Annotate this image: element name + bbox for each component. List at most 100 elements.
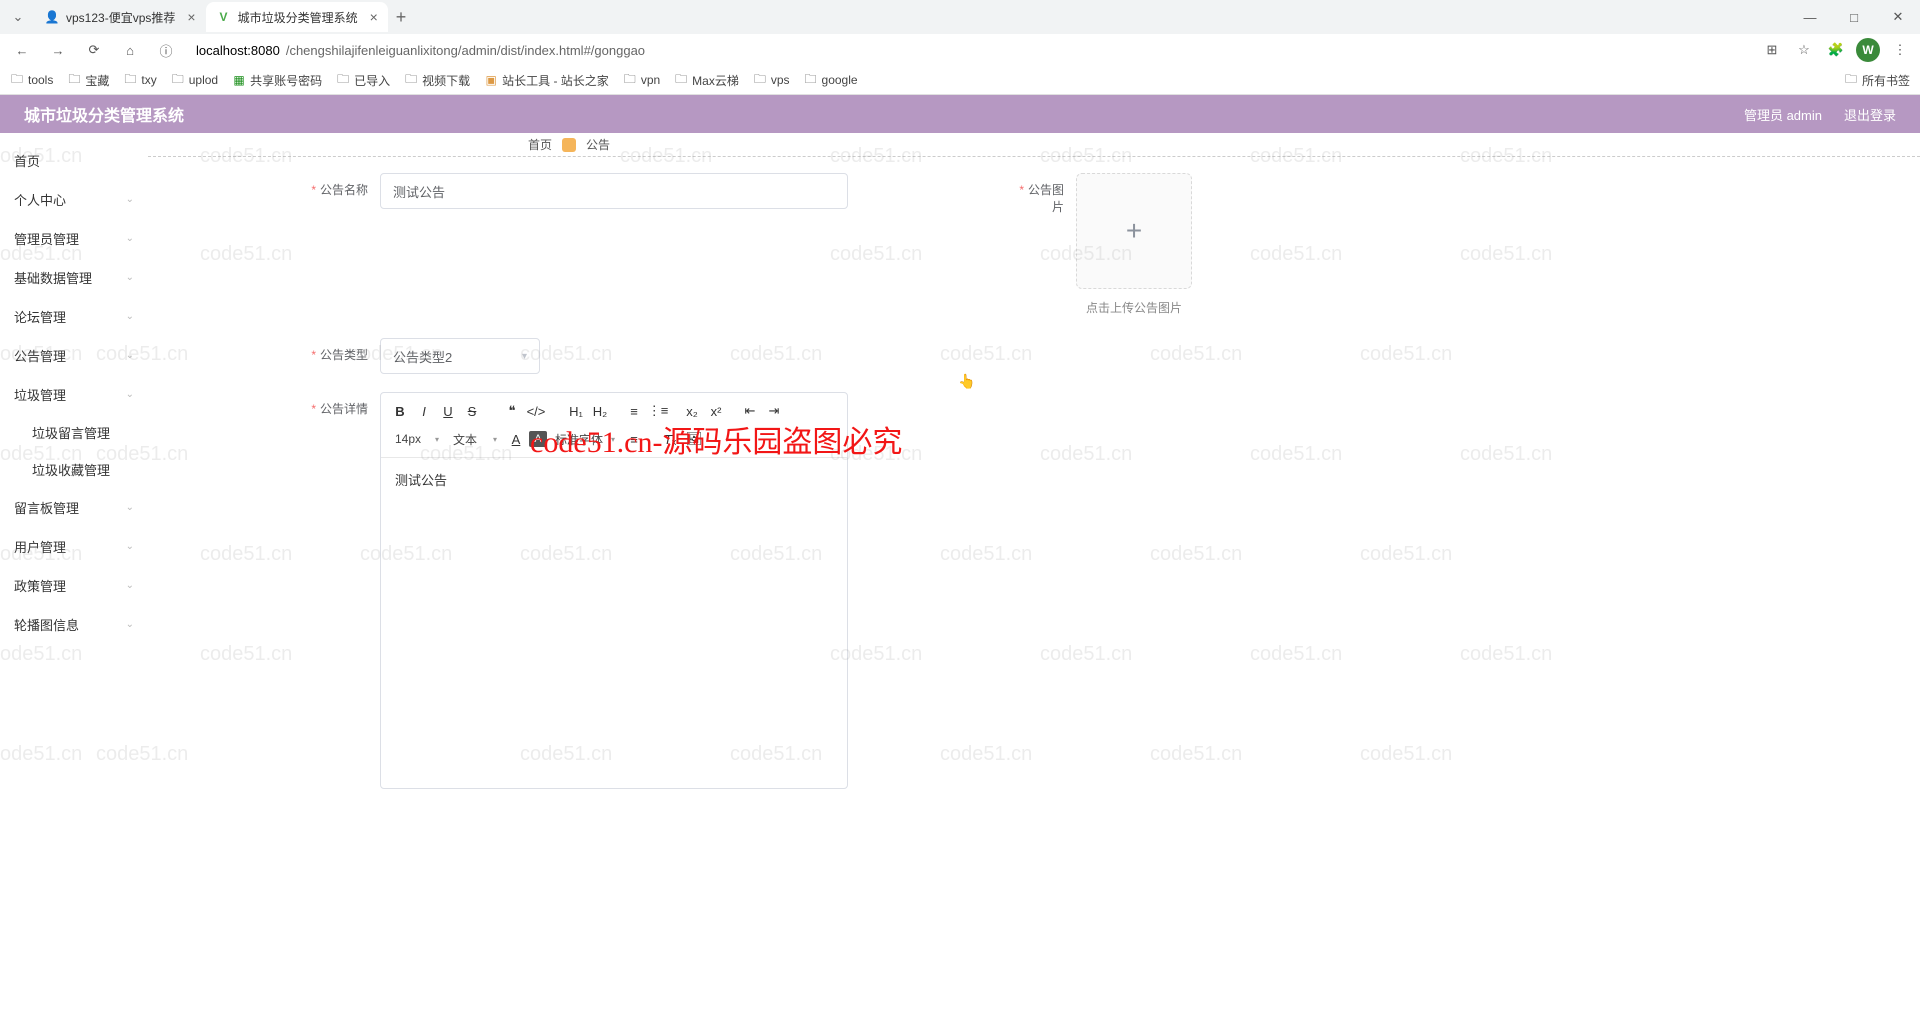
close-icon[interactable]: × <box>187 9 195 25</box>
tool-icon: ▣ <box>484 73 498 87</box>
bookmark-folder[interactable]: 🗀已导入 <box>336 72 390 89</box>
underline-button[interactable]: U <box>437 400 459 422</box>
all-bookmarks[interactable]: 🗀所有书签 <box>1844 72 1910 89</box>
extensions-icon[interactable]: 🧩 <box>1824 38 1848 62</box>
folder-icon: 🗀 <box>67 73 81 87</box>
type-label: *公告类型 <box>148 338 380 363</box>
form: *公告名称 *公告图片 + 点击上传公告图片 *公告类型 <box>148 157 1920 789</box>
text-type-select[interactable]: 文本▾ <box>447 431 503 448</box>
chevron-down-icon: ▾ <box>522 351 527 362</box>
url-host: localhost:8080 <box>196 43 280 58</box>
plus-icon: + <box>1126 215 1142 247</box>
profile-avatar[interactable]: W <box>1856 38 1880 62</box>
folder-icon: 🗀 <box>10 73 24 87</box>
forward-button[interactable]: → <box>44 36 72 64</box>
bookmark-item[interactable]: ▣站长工具 - 站长之家 <box>484 72 609 89</box>
name-label: *公告名称 <box>148 173 380 198</box>
font-color-button[interactable]: A <box>505 428 527 450</box>
img-label: *公告图片 <box>1016 173 1076 215</box>
breadcrumb-home[interactable]: 首页 <box>528 136 552 153</box>
tab-0-favicon: 👤 <box>44 9 60 25</box>
quote-button[interactable]: ❝ <box>501 400 523 422</box>
sidebar-item-board[interactable]: 留言板管理⌄ <box>0 488 148 527</box>
folder-icon: 🗀 <box>1844 73 1858 87</box>
app-header: 城市垃圾分类管理系统 管理员 admin 退出登录 <box>0 95 1920 133</box>
bookmark-item[interactable]: ▦共享账号密码 <box>232 72 322 89</box>
upload-hint: 点击上传公告图片 <box>1076 299 1192 316</box>
bookmark-folder[interactable]: 🗀txy <box>123 73 156 87</box>
folder-icon: 🗀 <box>623 73 637 87</box>
bookmark-folder[interactable]: 🗀宝藏 <box>67 72 109 89</box>
chevron-down-icon: ⌄ <box>126 389 134 400</box>
chevron-down-icon: ⌄ <box>126 311 134 322</box>
star-icon[interactable]: ☆ <box>1792 38 1816 62</box>
folder-icon: 🗀 <box>336 73 350 87</box>
editor-body[interactable]: 测试公告 <box>381 458 847 788</box>
minimize-button[interactable]: — <box>1788 0 1832 34</box>
chevron-down-icon: ⌄ <box>126 233 134 244</box>
menu-icon[interactable]: ⋮ <box>1888 38 1912 62</box>
sidebar-item-notice[interactable]: 公告管理⌄ <box>0 336 148 375</box>
url-input[interactable]: localhost:8080/chengshilajifenleiguanlix… <box>188 36 1752 64</box>
strike-button[interactable]: S <box>461 400 483 422</box>
bold-button[interactable]: B <box>389 400 411 422</box>
sidebar-sub-msg[interactable]: 垃圾留言管理 <box>0 414 148 451</box>
new-tab-button[interactable]: + <box>396 7 407 28</box>
home-button[interactable]: ⌂ <box>116 36 144 64</box>
sidebar-item-user[interactable]: 用户管理⌄ <box>0 527 148 566</box>
tab-0-title: vps123-便宜vps推荐 <box>66 9 175 26</box>
maximize-button[interactable]: □ <box>1832 0 1876 34</box>
sidebar-item-trash[interactable]: 垃圾管理⌄ <box>0 375 148 414</box>
url-path: /chengshilajifenleiguanlixitong/admin/di… <box>286 43 645 58</box>
name-input[interactable] <box>380 173 848 209</box>
chevron-down-icon: ⌄ <box>126 541 134 552</box>
italic-button[interactable]: I <box>413 400 435 422</box>
address-bar: ← → ⟳ ⌂ ⓘ localhost:8080/chengshilajifen… <box>0 34 1920 66</box>
chevron-down-icon: ⌄ <box>126 350 134 361</box>
close-window-button[interactable]: ✕ <box>1876 0 1920 34</box>
bookmark-folder[interactable]: 🗀uplod <box>171 73 218 87</box>
upload-box[interactable]: + <box>1076 173 1192 289</box>
close-icon[interactable]: × <box>370 9 378 25</box>
chevron-down-icon: ⌄ <box>126 619 134 630</box>
window-controls: — □ ✕ <box>1788 0 1920 34</box>
site-info-icon[interactable]: ⓘ <box>152 36 180 64</box>
sidebar-item-forum[interactable]: 论坛管理⌄ <box>0 297 148 336</box>
bookmark-folder[interactable]: 🗀vps <box>753 73 790 87</box>
chevron-down-icon: ⌄ <box>126 502 134 513</box>
folder-icon: 🗀 <box>404 73 418 87</box>
tab-0[interactable]: 👤 vps123-便宜vps推荐 × <box>34 2 206 32</box>
bookmark-folder[interactable]: 🗀google <box>804 73 858 87</box>
sidebar-item-admin[interactable]: 管理员管理⌄ <box>0 219 148 258</box>
tab-1[interactable]: V 城市垃圾分类管理系统 × <box>206 2 388 32</box>
sidebar-item-policy[interactable]: 政策管理⌄ <box>0 566 148 605</box>
sidebar-sub-fav[interactable]: 垃圾收藏管理 <box>0 451 148 488</box>
folder-icon: 🗀 <box>123 73 137 87</box>
bookmark-folder[interactable]: 🗀视频下载 <box>404 72 470 89</box>
sidebar-item-carousel[interactable]: 轮播图信息⌄ <box>0 605 148 644</box>
browser-chrome: ⌄ 👤 vps123-便宜vps推荐 × V 城市垃圾分类管理系统 × + — … <box>0 0 1920 95</box>
back-button[interactable]: ← <box>8 36 36 64</box>
app-body: code51.cn code51.cn code51.cn code51.cn … <box>0 133 1920 1036</box>
chevron-down-icon: ⌄ <box>126 272 134 283</box>
detail-label: *公告详情 <box>148 392 380 417</box>
bookmark-folder[interactable]: 🗀Max云梯 <box>674 72 739 89</box>
sidebar-item-data[interactable]: 基础数据管理⌄ <box>0 258 148 297</box>
logout-link[interactable]: 退出登录 <box>1844 105 1896 124</box>
font-size-select[interactable]: 14px▾ <box>389 432 445 446</box>
tab-dropdown-icon[interactable]: ⌄ <box>8 7 28 27</box>
folder-icon: 🗀 <box>753 73 767 87</box>
breadcrumb: 首页 公告 <box>148 133 1920 157</box>
chevron-down-icon: ⌄ <box>126 580 134 591</box>
folder-icon: 🗀 <box>804 73 818 87</box>
user-label[interactable]: 管理员 admin <box>1744 105 1822 124</box>
install-icon[interactable]: ⊞ <box>1760 38 1784 62</box>
type-select[interactable]: 公告类型2 ▾ <box>380 338 540 374</box>
reload-button[interactable]: ⟳ <box>80 36 108 64</box>
sidebar-item-personal[interactable]: 个人中心⌄ <box>0 180 148 219</box>
sidebar-item-home[interactable]: 首页 <box>0 141 148 180</box>
tab-1-favicon: V <box>216 9 232 25</box>
bookmark-folder[interactable]: 🗀tools <box>10 73 53 87</box>
bookmark-folder[interactable]: 🗀vpn <box>623 73 660 87</box>
breadcrumb-current: 公告 <box>586 136 610 153</box>
